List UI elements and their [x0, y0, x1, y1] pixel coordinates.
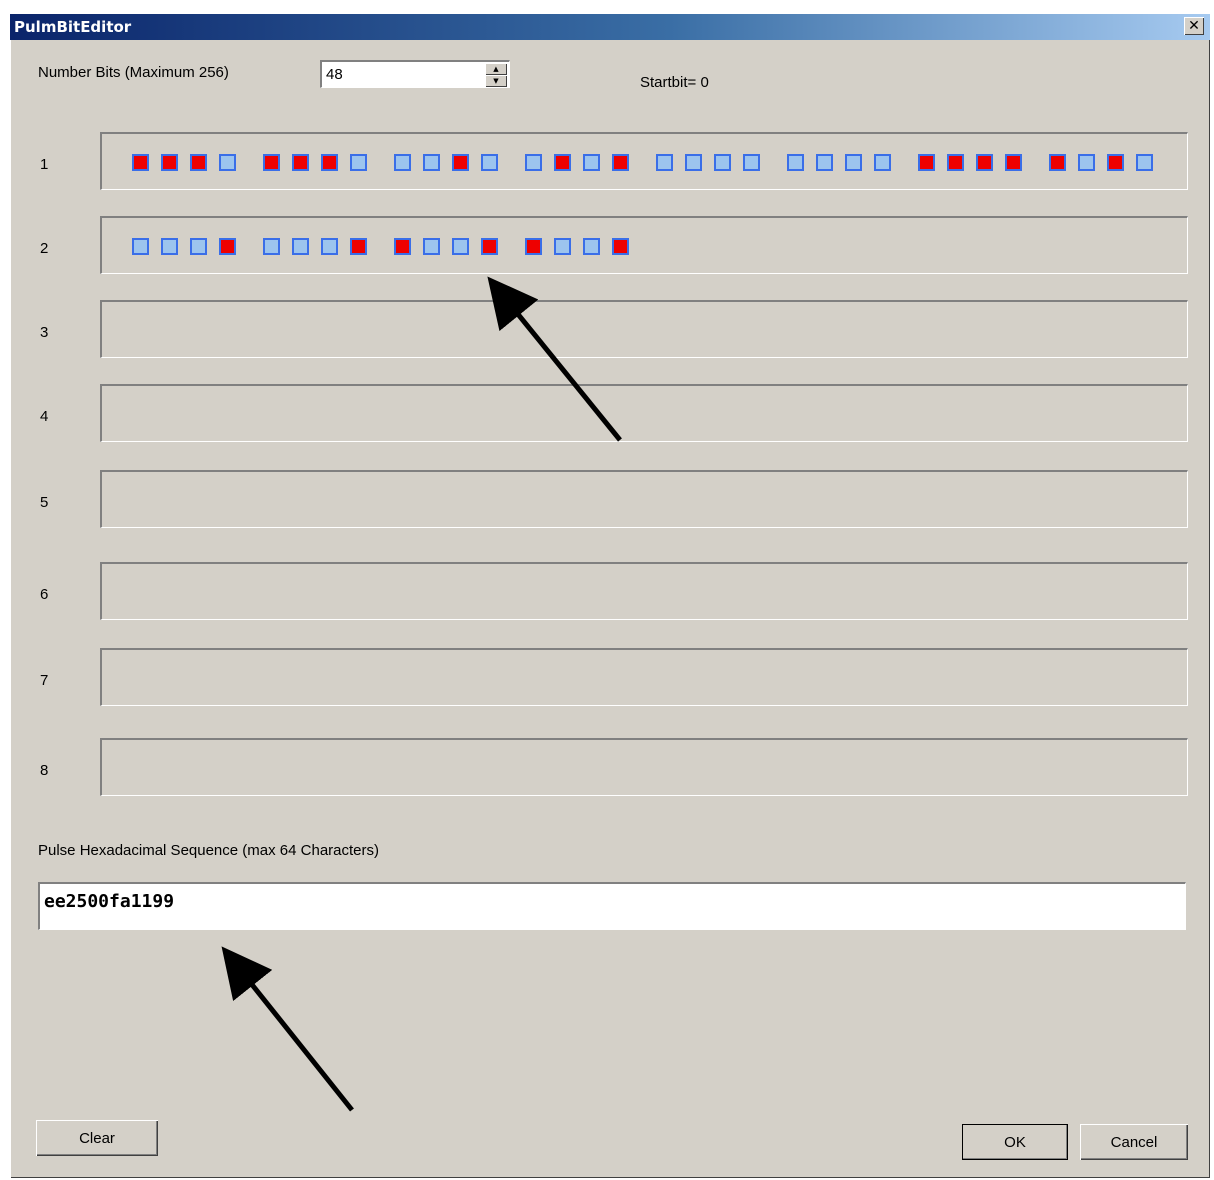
bit-toggle[interactable]	[612, 154, 629, 171]
ok-button[interactable]: OK	[962, 1124, 1068, 1160]
bit-toggle[interactable]	[161, 154, 178, 171]
bit-toggle[interactable]	[481, 238, 498, 255]
bit-toggle[interactable]	[1107, 154, 1124, 171]
row-label: 3	[40, 324, 49, 341]
bit-toggle[interactable]	[452, 154, 469, 171]
bit-toggle[interactable]	[583, 238, 600, 255]
bit-toggle[interactable]	[874, 154, 891, 171]
bit-toggle[interactable]	[132, 154, 149, 171]
bit-row-3	[100, 300, 1188, 358]
bit-toggle[interactable]	[423, 154, 440, 171]
bit-toggle[interactable]	[787, 154, 804, 171]
bit-toggle[interactable]	[423, 238, 440, 255]
cancel-button[interactable]: Cancel	[1080, 1124, 1188, 1160]
bit-row-6	[100, 562, 1188, 620]
bit-toggle[interactable]	[190, 154, 207, 171]
bit-toggle[interactable]	[525, 238, 542, 255]
window-title: PulmBitEditor	[14, 18, 132, 36]
row-label: 1	[40, 156, 49, 173]
bit-toggle[interactable]	[743, 154, 760, 171]
hex-sequence-field	[38, 882, 1186, 930]
bit-toggle[interactable]	[263, 238, 280, 255]
bit-toggle[interactable]	[394, 154, 411, 171]
row-label: 5	[40, 494, 49, 511]
pulm-bit-editor-window: PulmBitEditor ✕ Number Bits (Maximum 256…	[10, 14, 1210, 1178]
bit-toggle[interactable]	[583, 154, 600, 171]
number-bits-label: Number Bits (Maximum 256)	[38, 64, 229, 81]
bit-toggle[interactable]	[1078, 154, 1095, 171]
hex-sequence-label: Pulse Hexadacimal Sequence (max 64 Chara…	[38, 842, 379, 859]
bit-toggle[interactable]	[714, 154, 731, 171]
bit-toggle[interactable]	[321, 154, 338, 171]
bit-toggle[interactable]	[219, 154, 236, 171]
bit-toggle[interactable]	[350, 238, 367, 255]
bit-toggle[interactable]	[845, 154, 862, 171]
close-icon: ✕	[1188, 18, 1200, 34]
bit-toggle[interactable]	[976, 154, 993, 171]
bit-toggle[interactable]	[685, 154, 702, 171]
number-bits-spinbox: ▲ ▼	[320, 60, 510, 88]
bit-row-8	[100, 738, 1188, 796]
bit-toggle[interactable]	[350, 154, 367, 171]
bit-toggle[interactable]	[263, 154, 280, 171]
bit-row-1	[100, 132, 1188, 190]
bit-toggle[interactable]	[161, 238, 178, 255]
spin-up-button[interactable]: ▲	[485, 63, 507, 75]
row-label: 6	[40, 586, 49, 603]
clear-button[interactable]: Clear	[36, 1120, 158, 1156]
row-label: 7	[40, 672, 49, 689]
spin-down-icon: ▼	[493, 77, 499, 85]
bit-row-2	[100, 216, 1188, 274]
close-button[interactable]: ✕	[1184, 17, 1204, 35]
bit-toggle[interactable]	[554, 238, 571, 255]
bit-toggle[interactable]	[656, 154, 673, 171]
bit-toggle[interactable]	[918, 154, 935, 171]
bit-toggle[interactable]	[816, 154, 833, 171]
bit-toggle[interactable]	[190, 238, 207, 255]
bit-toggle[interactable]	[292, 238, 309, 255]
title-bar: PulmBitEditor ✕	[10, 14, 1210, 40]
number-bits-input[interactable]	[324, 63, 478, 85]
row-label: 8	[40, 762, 49, 779]
row-label: 4	[40, 408, 49, 425]
bit-row-5	[100, 470, 1188, 528]
bit-toggle[interactable]	[394, 238, 411, 255]
bit-toggle[interactable]	[1136, 154, 1153, 171]
bit-toggle[interactable]	[292, 154, 309, 171]
bit-toggle[interactable]	[452, 238, 469, 255]
spin-up-icon: ▲	[493, 65, 499, 73]
bit-row-7	[100, 648, 1188, 706]
number-bits-spinner: ▲ ▼	[485, 63, 507, 87]
startbit-text: Startbit= 0	[640, 74, 709, 91]
bit-toggle[interactable]	[554, 154, 571, 171]
bit-toggle[interactable]	[481, 154, 498, 171]
bit-toggle[interactable]	[1005, 154, 1022, 171]
hex-sequence-input[interactable]	[42, 888, 1176, 914]
bit-toggle[interactable]	[219, 238, 236, 255]
row-label: 2	[40, 240, 49, 257]
bit-toggle[interactable]	[1049, 154, 1066, 171]
bit-toggle[interactable]	[525, 154, 542, 171]
bit-toggle[interactable]	[947, 154, 964, 171]
bit-toggle[interactable]	[132, 238, 149, 255]
bit-row-4	[100, 384, 1188, 442]
bit-toggle[interactable]	[612, 238, 629, 255]
bit-toggle[interactable]	[321, 238, 338, 255]
spin-down-button[interactable]: ▼	[485, 75, 507, 87]
